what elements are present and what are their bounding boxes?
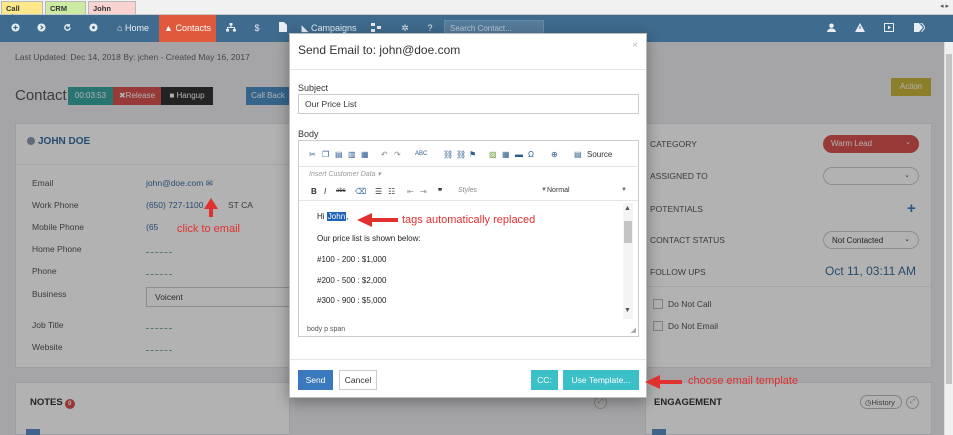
arrow-up-head-icon (204, 198, 218, 209)
annotation-choose-template: choose email template (688, 375, 799, 387)
annotation-click-to-email: click to email (177, 223, 240, 235)
arrow-left-head-icon (357, 213, 372, 227)
annotation-tags-replaced: tags automatically replaced (402, 214, 536, 226)
arrow-left-head-icon (645, 375, 660, 389)
